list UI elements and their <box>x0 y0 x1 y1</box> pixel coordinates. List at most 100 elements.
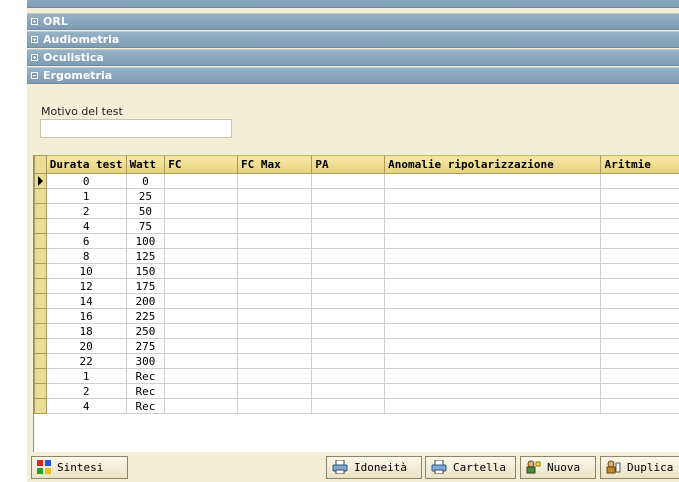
table-row[interactable]: 4 Rec <box>34 398 679 414</box>
table-cell[interactable]: 150 <box>125 263 166 279</box>
table-cell[interactable] <box>237 383 313 399</box>
table-cell[interactable] <box>164 278 239 294</box>
table-row[interactable]: 2 Rec <box>34 383 679 399</box>
table-cell[interactable] <box>600 308 679 324</box>
table-cell[interactable] <box>164 263 239 279</box>
table-cell[interactable] <box>164 368 239 384</box>
row-selector[interactable] <box>34 308 47 324</box>
table-cell[interactable] <box>164 323 239 339</box>
table-cell[interactable]: 1 <box>45 188 127 204</box>
table-cell[interactable] <box>384 278 602 294</box>
table-cell[interactable] <box>600 353 679 369</box>
table-cell[interactable] <box>600 218 679 234</box>
table-cell[interactable] <box>384 293 602 309</box>
table-cell[interactable] <box>237 323 313 339</box>
table-row[interactable]: 12 175 <box>34 278 679 294</box>
table-cell[interactable]: 0 <box>125 173 166 189</box>
table-cell[interactable] <box>311 203 386 219</box>
table-cell[interactable] <box>311 383 386 399</box>
row-selector[interactable] <box>34 338 47 354</box>
table-cell[interactable] <box>164 203 239 219</box>
table-row[interactable]: 22 300 <box>34 353 679 369</box>
table-cell[interactable] <box>384 248 602 264</box>
column-header-aritmie[interactable]: Aritmie <box>600 155 679 174</box>
table-cell[interactable] <box>600 293 679 309</box>
table-cell[interactable] <box>311 263 386 279</box>
section-header-collapsed-top[interactable] <box>27 0 679 8</box>
table-cell[interactable] <box>600 323 679 339</box>
table-row[interactable]: 2 50 <box>34 203 679 219</box>
table-cell[interactable] <box>237 368 313 384</box>
table-row[interactable]: 8 125 <box>34 248 679 264</box>
row-selector[interactable] <box>34 383 47 399</box>
table-cell[interactable] <box>600 188 679 204</box>
table-cell[interactable]: 16 <box>45 308 127 324</box>
table-row[interactable]: 16 225 <box>34 308 679 324</box>
row-selector[interactable] <box>34 278 47 294</box>
table-cell[interactable]: 6 <box>45 233 127 249</box>
table-cell[interactable] <box>237 218 313 234</box>
table-cell[interactable] <box>311 293 386 309</box>
table-row[interactable]: 00 <box>34 173 679 189</box>
table-cell[interactable]: 300 <box>125 353 166 369</box>
table-cell[interactable] <box>311 248 386 264</box>
table-cell[interactable] <box>384 233 602 249</box>
table-cell[interactable] <box>311 278 386 294</box>
table-cell[interactable] <box>384 383 602 399</box>
table-cell[interactable] <box>164 383 239 399</box>
table-cell[interactable] <box>384 338 602 354</box>
table-cell[interactable]: 4 <box>45 218 127 234</box>
row-selector[interactable] <box>34 323 47 339</box>
table-row[interactable]: 1 25 <box>34 188 679 204</box>
table-cell[interactable]: 200 <box>125 293 166 309</box>
table-cell[interactable]: 175 <box>125 278 166 294</box>
table-cell[interactable] <box>600 203 679 219</box>
table-cell[interactable] <box>384 203 602 219</box>
table-cell[interactable] <box>311 398 386 414</box>
table-cell[interactable] <box>600 398 679 414</box>
table-cell[interactable] <box>164 188 239 204</box>
table-cell[interactable]: Rec <box>125 368 166 384</box>
table-row[interactable]: 10 150 <box>34 263 679 279</box>
row-selector[interactable] <box>34 293 47 309</box>
table-row[interactable]: 6 100 <box>34 233 679 249</box>
row-selector[interactable] <box>34 233 47 249</box>
row-selector[interactable] <box>34 173 47 189</box>
table-cell[interactable]: Rec <box>125 383 166 399</box>
table-cell[interactable] <box>384 263 602 279</box>
row-selector[interactable] <box>34 218 47 234</box>
table-cell[interactable] <box>384 188 602 204</box>
table-cell[interactable] <box>164 338 239 354</box>
table-cell[interactable] <box>311 308 386 324</box>
table-cell[interactable]: 2 <box>45 383 127 399</box>
table-cell[interactable] <box>384 218 602 234</box>
table-cell[interactable] <box>164 398 239 414</box>
table-cell[interactable] <box>311 338 386 354</box>
table-row[interactable]: 18 250 <box>34 323 679 339</box>
table-cell[interactable] <box>311 323 386 339</box>
idoneita-button[interactable]: Idoneità <box>326 456 422 479</box>
table-cell[interactable]: 75 <box>125 218 166 234</box>
table-cell[interactable] <box>237 233 313 249</box>
section-header-orl[interactable]: ORL <box>27 13 679 30</box>
table-cell[interactable]: 100 <box>125 233 166 249</box>
table-cell[interactable] <box>237 263 313 279</box>
row-selector[interactable] <box>34 398 47 414</box>
table-cell[interactable]: 22 <box>45 353 127 369</box>
table-cell[interactable] <box>311 353 386 369</box>
table-cell[interactable] <box>237 248 313 264</box>
table-cell[interactable]: 250 <box>125 323 166 339</box>
table-cell[interactable]: 225 <box>125 308 166 324</box>
table-cell[interactable] <box>600 263 679 279</box>
table-cell[interactable] <box>237 338 313 354</box>
table-cell[interactable]: 125 <box>125 248 166 264</box>
column-header-pa[interactable]: PA <box>311 155 386 174</box>
section-header-audiometria[interactable]: Audiometria <box>27 31 679 48</box>
column-header-fc[interactable]: FC <box>164 155 239 174</box>
duplica-button[interactable]: Duplica <box>600 456 679 479</box>
table-cell[interactable]: Rec <box>125 398 166 414</box>
table-cell[interactable] <box>600 383 679 399</box>
table-cell[interactable] <box>237 353 313 369</box>
table-cell[interactable]: 50 <box>125 203 166 219</box>
table-row[interactable]: 20 275 <box>34 338 679 354</box>
